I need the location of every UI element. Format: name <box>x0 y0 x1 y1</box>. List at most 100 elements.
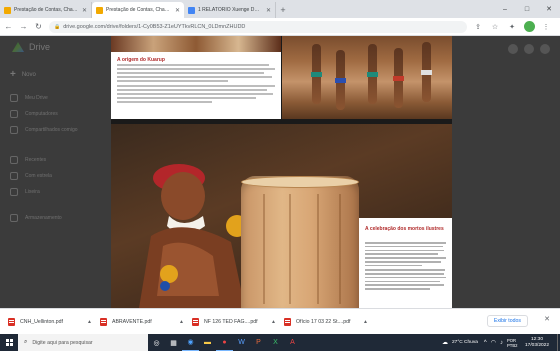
pdf-file-icon <box>100 317 107 326</box>
chevron-up-icon[interactable]: ▲ <box>87 319 92 325</box>
browser-tab[interactable]: 1 RELATÓRIO Xuenge DE ARAÚJO ✕ <box>184 2 276 18</box>
sidebar-item-computers[interactable]: Computadores <box>10 110 58 118</box>
download-item[interactable]: NF 126 TED FAG....pdf ▲ <box>192 312 276 332</box>
new-tab-button[interactable]: + <box>276 2 290 18</box>
back-icon[interactable]: ← <box>2 20 15 33</box>
apps-icon[interactable] <box>540 44 550 54</box>
drive-favicon-icon <box>96 6 103 14</box>
task-view-icon[interactable]: ◎ <box>148 334 165 351</box>
address-bar[interactable]: 🔒 drive.google.com/drive/folders/1-Cy0B5… <box>49 20 467 33</box>
weather-icon: ☁ <box>441 340 448 346</box>
tab-strip: Prestação de Contas, Chapéu Lus ✕ Presta… <box>0 0 560 18</box>
show-all-downloads-button[interactable]: Exibir todos <box>486 315 528 327</box>
new-button[interactable]: + Novo <box>10 69 36 80</box>
file-explorer-icon[interactable]: ▬ <box>199 334 216 351</box>
drive-logo: Drive <box>12 42 50 52</box>
star-icon[interactable]: ☆ <box>489 21 501 33</box>
pdf-file-icon <box>284 317 291 326</box>
window-controls: – □ ✕ <box>494 0 560 18</box>
maximize-button[interactable]: □ <box>516 0 538 18</box>
edge-browser-icon[interactable]: ◉ <box>182 334 199 351</box>
sidebar-label: Armazenamento <box>25 215 62 221</box>
download-filename: NF 126 TED FAG....pdf <box>204 318 258 325</box>
sidebar-label: Recentes <box>25 157 47 163</box>
drive-sidebar: Drive + Novo Meu Drive Computadores Compa… <box>0 36 110 308</box>
leg-band <box>335 78 346 83</box>
kuarup-log <box>241 176 359 308</box>
system-tray: ☁ 27°C Chuva ^ ◠ ♪ POR PTB2 12:30 17/03/… <box>442 334 560 351</box>
clock-icon <box>10 156 18 164</box>
tab-title: Prestação de Contas, Chapéu Lus <box>106 7 171 13</box>
close-downloads-icon[interactable]: ✕ <box>544 315 550 323</box>
chrome-icon[interactable]: ● <box>216 334 233 351</box>
weather-text[interactable]: 27°C Chuva <box>452 340 478 345</box>
pdf-page-photo-spread: A celebração dos mortos ilustres <box>111 124 452 308</box>
download-item[interactable]: ABRAVENTE.pdf ▲ <box>100 312 184 332</box>
sidebar-item-recent[interactable]: Recentes <box>10 156 46 164</box>
pdf-page-right-photo <box>282 36 452 119</box>
excel-icon[interactable]: X <box>267 334 284 351</box>
download-item[interactable]: Ofício 17 03 22 St....pdf ▲ <box>284 312 368 332</box>
sidebar-item-storage[interactable]: Armazenamento <box>10 214 62 222</box>
powerpoint-icon[interactable]: P <box>250 334 267 351</box>
download-filename: ABRAVENTE.pdf <box>112 318 152 325</box>
clock[interactable]: 12:30 17/03/2022 <box>525 337 549 348</box>
drive-header-actions <box>502 44 550 54</box>
plus-icon: + <box>10 69 16 80</box>
tab-close-icon[interactable]: ✕ <box>82 7 87 14</box>
close-window-button[interactable]: ✕ <box>538 0 560 18</box>
browser-tab-active[interactable]: Prestação de Contas, Chapéu Lus ✕ <box>92 2 184 18</box>
pdf-viewer[interactable]: A origem do Kuarup A celebração dos mort… <box>111 36 452 308</box>
page-heading: A origem do Kuarup <box>117 57 165 63</box>
pdf-file-icon <box>192 317 199 326</box>
network-icon[interactable]: ◠ <box>491 339 496 346</box>
chevron-up-icon[interactable]: ▲ <box>179 319 184 325</box>
pdf-page-left: A origem do Kuarup <box>111 36 281 119</box>
download-item[interactable]: CNH_Uellinton.pdf ▲ <box>8 312 92 332</box>
trash-icon <box>10 188 18 196</box>
taskbar-search[interactable]: ⌕ Digite aqui para pesquisar <box>18 334 148 351</box>
widgets-icon[interactable]: ▦ <box>165 334 182 351</box>
acrobat-icon[interactable]: A <box>284 334 301 351</box>
tab-close-icon[interactable]: ✕ <box>266 7 271 14</box>
share-icon[interactable]: ⇪ <box>472 21 484 33</box>
docs-favicon-icon <box>188 6 195 14</box>
tab-title: Prestação de Contas, Chapéu Lus <box>14 7 78 13</box>
forward-icon[interactable]: → <box>17 20 30 33</box>
url-text: drive.google.com/drive/folders/1-Cy0B53-… <box>63 23 246 30</box>
tab-close-icon[interactable]: ✕ <box>175 7 180 14</box>
drive-logo-text: Drive <box>29 42 51 52</box>
clock-date: 17/03/2022 <box>524 342 549 348</box>
screen: Prestação de Contas, Chapéu Lus ✕ Presta… <box>0 0 560 351</box>
sidebar-item-shared[interactable]: Compartilhados comigo <box>10 126 78 134</box>
sidebar-item-starred[interactable]: Com estrela <box>10 172 52 180</box>
leg-band <box>311 72 322 77</box>
folder-icon <box>10 94 18 102</box>
sidebar-item-trash[interactable]: Lixeira <box>10 188 40 196</box>
sidebar-label: Computadores <box>25 111 58 117</box>
profile-avatar[interactable] <box>524 21 535 32</box>
windows-taskbar: ⌕ Digite aqui para pesquisar ◎ ▦ ◉ ▬ ● W… <box>0 334 560 351</box>
photo-strip <box>111 36 281 52</box>
sidebar-item-my-drive[interactable]: Meu Drive <box>10 94 48 102</box>
extensions-icon[interactable]: ✦ <box>506 21 518 33</box>
settings-icon[interactable] <box>524 44 534 54</box>
drive-logo-icon <box>12 42 24 52</box>
help-icon[interactable] <box>508 44 518 54</box>
menu-icon[interactable]: ⋮ <box>540 21 552 33</box>
start-button[interactable] <box>0 334 18 351</box>
reload-icon[interactable]: ↻ <box>32 20 45 33</box>
pdf-file-icon <box>8 317 15 326</box>
chevron-up-icon[interactable]: ▲ <box>363 319 368 325</box>
volume-icon[interactable]: ♪ <box>500 340 503 346</box>
language-indicator[interactable]: POR PTB2 <box>507 338 521 348</box>
sidebar-label: Lixeira <box>25 189 40 195</box>
minimize-button[interactable]: – <box>494 0 516 18</box>
chevron-up-icon[interactable]: ^ <box>484 340 487 346</box>
drive-favicon-icon <box>4 6 11 14</box>
leg-band <box>367 72 378 77</box>
browser-toolbar: ← → ↻ 🔒 drive.google.com/drive/folders/1… <box>0 18 560 36</box>
browser-tab[interactable]: Prestação de Contas, Chapéu Lus ✕ <box>0 2 92 18</box>
chevron-up-icon[interactable]: ▲ <box>271 319 276 325</box>
word-icon[interactable]: W <box>233 334 250 351</box>
